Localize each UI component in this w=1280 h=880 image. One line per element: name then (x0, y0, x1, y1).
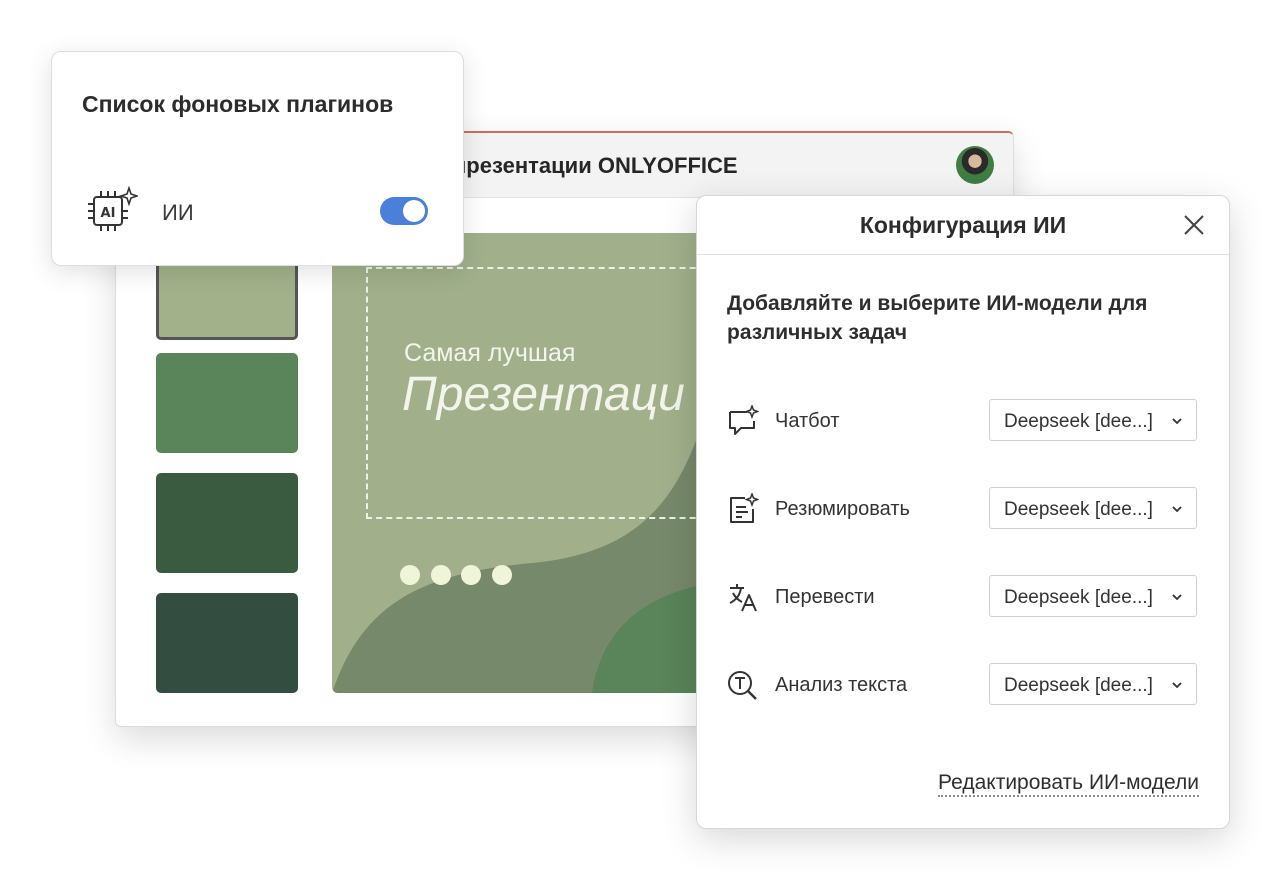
toggle-knob (403, 200, 425, 222)
model-select-chatbot[interactable]: Deepseek [dee...] (989, 399, 1197, 441)
chat-sparkle-icon (729, 405, 759, 435)
dialog-description: Добавляйте и выберите ИИ-модели для разл… (727, 292, 1148, 344)
chevron-down-icon (1172, 506, 1182, 513)
model-select-translate[interactable]: Deepseek [dee...] (989, 575, 1197, 617)
task-row-summarize: Резюмировать Deepseek [dee...] (727, 487, 1199, 531)
model-select-text-analysis[interactable]: Deepseek [dee...] (989, 663, 1197, 705)
slide-title[interactable]: Презентаци (402, 367, 685, 422)
ai-configuration-dialog: Конфигурация ИИ Добавляйте и выберите ИИ… (696, 195, 1230, 829)
chevron-down-icon (1172, 682, 1182, 689)
task-label-translate: Перевести (775, 586, 875, 608)
chevron-down-icon (1172, 418, 1182, 425)
slide-subtitle[interactable]: Самая лучшая (404, 339, 575, 368)
slide-dot (431, 565, 451, 585)
model-select-value: Deepseek [dee...] (1004, 675, 1153, 696)
slide-canvas[interactable]: Самая лучшая Презентаци (332, 233, 712, 693)
user-avatar[interactable] (956, 146, 994, 184)
chevron-down-icon (1172, 594, 1182, 601)
slide-dot (461, 565, 481, 585)
dialog-title: Конфигурация ИИ (859, 212, 1067, 238)
slide-dot (400, 565, 420, 585)
task-row-chatbot: Чатбот Deepseek [dee...] (727, 399, 1199, 443)
model-select-value: Deepseek [dee...] (1004, 499, 1153, 520)
plugin-label-ai: ИИ (162, 200, 194, 225)
svg-text:AI: AI (101, 206, 116, 221)
translate-icon (729, 584, 757, 612)
model-select-value: Deepseek [dee...] (1004, 587, 1153, 608)
close-icon[interactable] (1181, 212, 1207, 238)
ai-chip-icon: AI (88, 186, 138, 231)
edit-ai-models-link[interactable]: Редактировать ИИ-модели (938, 771, 1199, 797)
background-plugins-card: Список фоновых плагинов AI ИИ (51, 51, 464, 266)
plugins-title: Список фоновых плагинов (82, 91, 394, 117)
slide-dot (492, 565, 512, 585)
task-row-translate: Перевести Deepseek [dee...] (727, 575, 1199, 619)
editor-title: презентации ONLYOFFICE (453, 153, 738, 178)
slide-thumbnail-4[interactable] (156, 593, 298, 693)
dialog-header: Конфигурация ИИ (697, 196, 1229, 255)
text-analysis-icon (728, 671, 757, 700)
task-label-text-analysis: Анализ текста (775, 674, 908, 696)
task-label-chatbot: Чатбот (775, 410, 840, 432)
model-select-summarize[interactable]: Deepseek [dee...] (989, 487, 1197, 529)
model-select-value: Deepseek [dee...] (1004, 411, 1153, 432)
task-label-summarize: Резюмировать (775, 498, 910, 520)
task-row-text-analysis: Анализ текста Deepseek [dee...] (727, 663, 1199, 707)
slide-thumbnail-2[interactable] (156, 353, 298, 453)
slide-thumbnail-3[interactable] (156, 473, 298, 573)
summary-icon (730, 493, 759, 523)
ai-plugin-toggle[interactable] (380, 197, 428, 225)
